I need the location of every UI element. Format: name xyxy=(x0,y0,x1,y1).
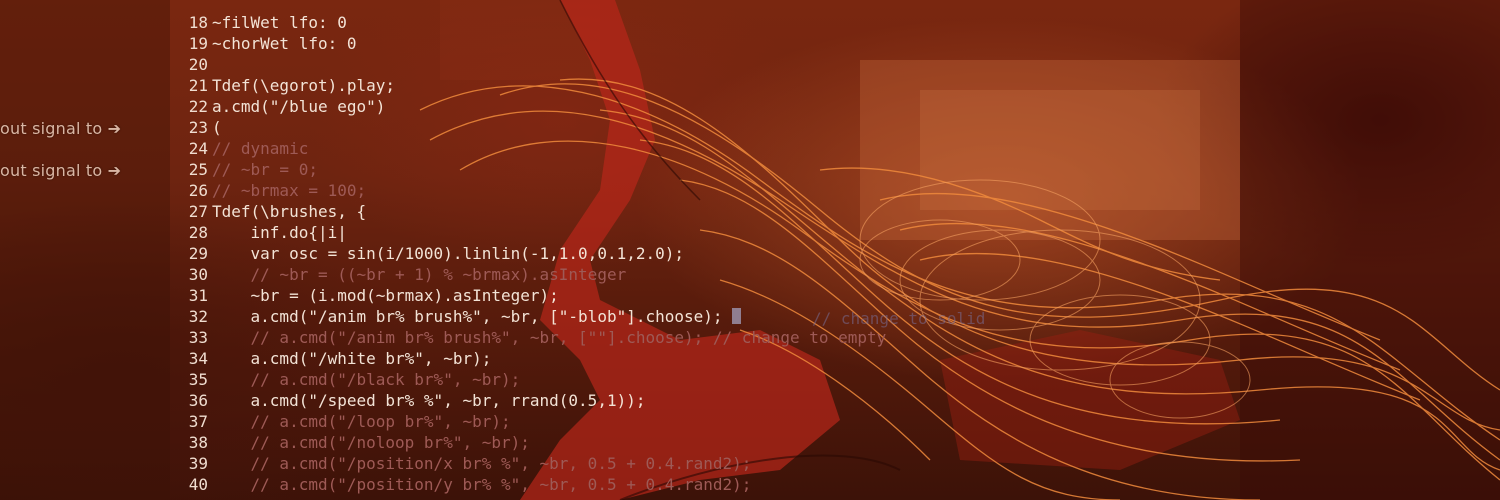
code-text[interactable]: // dynamic xyxy=(212,139,308,158)
code-editor[interactable]: 18 ~filWet lfo: 0 19 ~chorWet lfo: 0 20 21 Tde… xyxy=(178,12,887,495)
code-text[interactable]: // a.cmd("/position/x br% %", ~br, 0.5 +… xyxy=(212,454,752,473)
code-line[interactable]: 32 a.cmd("/anim br% brush%", ~br, ["-blo… xyxy=(178,306,886,327)
code-text[interactable]: // a.cmd("/loop br%", ~br); xyxy=(212,412,511,431)
code-text[interactable]: a.cmd("/blue ego") xyxy=(212,97,385,116)
line-number: 29 xyxy=(188,244,208,263)
code-text[interactable]: ( xyxy=(212,118,222,137)
out-signal-label: out signal to ➔ xyxy=(0,119,122,138)
code-line[interactable]: 19 ~chorWet lfo: 0 xyxy=(178,33,886,54)
code-text[interactable]: // ~br = 0; xyxy=(212,160,318,179)
line-number: 27 xyxy=(188,202,208,221)
code-line[interactable]: 40 // a.cmd("/position/y br% %", ~br, 0.… xyxy=(178,474,886,495)
code-line[interactable]: 29 var osc = sin(i/1000).linlin(-1,1.0,0… xyxy=(178,243,886,264)
code-line[interactable]: 27 Tdef(\brushes, { xyxy=(178,201,886,222)
code-text[interactable]: // a.cmd("/position/y br% %", ~br, 0.5 +… xyxy=(212,475,752,494)
line-number: 37 xyxy=(188,412,208,431)
line-number: 38 xyxy=(188,433,208,452)
line-number: 20 xyxy=(188,55,208,74)
code-line[interactable]: 18 ~filWet lfo: 0 xyxy=(178,12,886,33)
code-text[interactable]: // a.cmd("/black br%", ~br); xyxy=(212,370,521,389)
line-number: 26 xyxy=(188,181,208,200)
text-cursor xyxy=(732,308,742,324)
out-signal-label: out signal to ➔ xyxy=(0,161,122,180)
code-line[interactable]: 21 Tdef(\egorot).play; xyxy=(178,75,886,96)
code-line[interactable]: 30 // ~br = ((~br + 1) % ~brmax).asInteg… xyxy=(178,264,886,285)
line-number: 24 xyxy=(188,139,208,158)
code-line[interactable]: 33 // a.cmd("/anim br% brush%", ~br, [""… xyxy=(178,327,887,348)
line-number: 23 xyxy=(188,118,208,137)
line-number: 25 xyxy=(188,160,208,179)
code-text[interactable]: inf.do{|i| xyxy=(212,223,347,242)
code-line[interactable]: 39 // a.cmd("/position/x br% %", ~br, 0.… xyxy=(178,453,886,474)
code-line[interactable]: 35 // a.cmd("/black br%", ~br); xyxy=(178,369,886,390)
code-text[interactable]: // a.cmd("/anim br% brush%", ~br, [""].c… xyxy=(212,328,887,347)
line-number: 22 xyxy=(188,97,208,116)
code-text[interactable]: // a.cmd("/noloop br%", ~br); xyxy=(212,433,530,452)
line-number: 34 xyxy=(188,349,208,368)
code-line[interactable]: 26// ~brmax = 100; xyxy=(178,180,886,201)
code-text[interactable]: // ~br = ((~br + 1) % ~brmax).asInteger xyxy=(212,265,627,284)
line-number: 33 xyxy=(188,328,208,347)
code-line[interactable]: 31 ~br = (i.mod(~brmax).asInteger); xyxy=(178,285,886,306)
line-number: 36 xyxy=(188,391,208,410)
code-line[interactable]: 23( xyxy=(178,117,886,138)
line-number: 30 xyxy=(188,265,208,284)
line-number: 19 xyxy=(188,34,208,53)
code-line[interactable]: 37 // a.cmd("/loop br%", ~br); xyxy=(178,411,886,432)
code-line[interactable]: 20 xyxy=(178,54,886,75)
ghost-comment: // change to solid xyxy=(812,309,986,328)
code-text[interactable]: var osc = sin(i/1000).linlin(-1,1.0,0.1,… xyxy=(212,244,684,263)
code-text[interactable]: Tdef(\egorot).play; xyxy=(212,76,395,95)
code-text[interactable]: ~br = (i.mod(~brmax).asInteger); xyxy=(212,286,559,305)
code-text[interactable]: a.cmd("/white br%", ~br); xyxy=(212,349,492,368)
code-line[interactable]: 36 a.cmd("/speed br% %", ~br, rrand(0.5,… xyxy=(178,390,886,411)
code-line[interactable]: 24// dynamic xyxy=(178,138,886,159)
code-text[interactable]: a.cmd("/anim br% brush%", ~br, ["-blob"]… xyxy=(212,307,732,326)
code-line[interactable]: 28 inf.do{|i| xyxy=(178,222,886,243)
line-number: 31 xyxy=(188,286,208,305)
code-line[interactable]: 22 a.cmd("/blue ego") xyxy=(178,96,886,117)
code-text[interactable]: // ~brmax = 100; xyxy=(212,181,366,200)
code-line[interactable]: 38 // a.cmd("/noloop br%", ~br); xyxy=(178,432,886,453)
line-number: 32 xyxy=(188,307,208,326)
code-text[interactable]: a.cmd("/speed br% %", ~br, rrand(0.5,1))… xyxy=(212,391,646,410)
line-number: 39 xyxy=(188,454,208,473)
live-coding-canvas: out signal to ➔ out signal to ➔ 18 ~filWe… xyxy=(0,0,1500,500)
code-text[interactable]: ~chorWet lfo: 0 xyxy=(212,34,357,53)
line-number: 28 xyxy=(188,223,208,242)
line-number: 40 xyxy=(188,475,208,494)
code-text[interactable]: ~filWet lfo: 0 xyxy=(212,13,347,32)
code-line[interactable]: 25// ~br = 0; xyxy=(178,159,886,180)
line-number: 18 xyxy=(188,13,208,32)
line-number: 21 xyxy=(188,76,208,95)
line-number: 35 xyxy=(188,370,208,389)
code-text[interactable]: Tdef(\brushes, { xyxy=(212,202,366,221)
code-line[interactable]: 34 a.cmd("/white br%", ~br); xyxy=(178,348,886,369)
